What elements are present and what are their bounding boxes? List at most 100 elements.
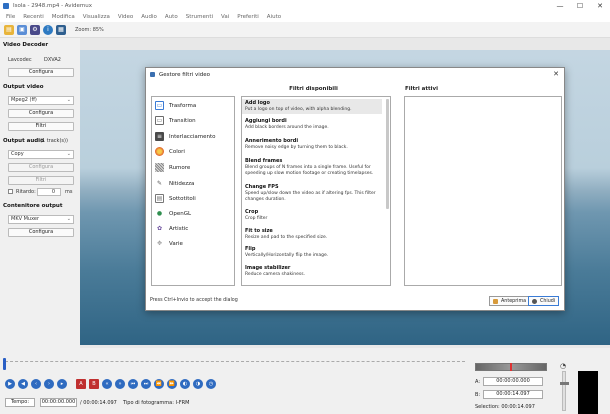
filter-item[interactable]: Aggiungi bordi Add black borders around … [242,117,382,132]
video-configure-button[interactable]: Configura [8,109,74,118]
current-time-field[interactable]: 00:00:00.000 [40,398,77,407]
info-icon[interactable]: i [43,24,53,35]
rewind-icon[interactable]: ◀ [18,379,28,389]
category-label: Artistic [169,225,189,232]
goto-a-icon[interactable]: ◐ [180,379,190,389]
category-subtitles[interactable]: ▤ Sottotitoli [155,193,196,204]
menu-go[interactable]: Vai [221,14,229,20]
menu-file[interactable]: File [6,14,15,20]
goto-b-icon[interactable]: ◑ [193,379,203,389]
title-bar: Isola - 2948.mp4 - Avidemux — ☐ ✕ [0,0,610,12]
menu-edit[interactable]: Modifica [52,14,75,20]
audio-meter [578,371,598,414]
dialog-hint: Press Ctrl+Invio to accept the dialog [150,298,238,303]
toolbar: ▤ ▣ ⚙ i ▦ Zoom: 85% [0,22,610,38]
audio-codec-select[interactable]: Copy ⌄ [8,150,74,159]
volume-icon[interactable]: ◔ [560,362,566,370]
mark-b-icon[interactable]: B [89,379,99,389]
category-misc[interactable]: ✥ Varie [155,238,183,249]
time-label-button[interactable]: Tempo: [5,398,35,407]
minimize-button[interactable]: — [550,0,570,12]
category-label: Rumore [169,164,191,171]
timeline-cursor[interactable] [3,358,6,370]
menu-tools[interactable]: Strumenti [186,14,213,20]
volume-knob[interactable] [560,382,569,385]
audio-shift-input[interactable]: 0 [37,188,61,196]
category-sharpness[interactable]: ✎ Nitidezza [155,178,194,189]
category-noise[interactable]: Rumore [155,162,190,173]
dialog-title-bar: Gestore filtri video ✕ [146,68,564,81]
category-artistic[interactable]: ✿ Artistic [155,223,188,234]
filters-scrollbar[interactable] [386,99,389,209]
preview-slider-knob[interactable] [510,363,512,371]
menu-auto[interactable]: Auto [165,14,178,20]
filter-item[interactable]: Crop Crop filter [242,208,382,223]
audio-filters-button[interactable]: Filtri [8,176,74,185]
filter-item[interactable]: Flip Vertically/Horizontally flip the im… [242,245,382,260]
available-filters-list: Add logo Put a logo on top of video, wit… [241,96,391,286]
video-output-title: Output video [3,84,44,90]
play-icon[interactable]: ▶ [5,379,15,389]
b-label: B: [475,392,481,398]
container-configure-button[interactable]: Configura [8,228,74,237]
dialog-close-icon[interactable]: ✕ [553,70,559,78]
next-frame-icon[interactable]: › [44,379,54,389]
avidemux-app-icon [3,3,9,9]
video-filters-button[interactable]: Filtri [8,122,74,131]
filter-item[interactable]: Change FPS Speed up/slow down the video … [242,183,382,203]
preview-button[interactable]: Anteprima [489,296,531,306]
noise-icon [155,163,164,172]
open-folder-icon[interactable]: ▤ [4,24,14,35]
zoom-level: Zoom: 85% [75,26,104,33]
category-opengl[interactable]: ● OpenGL [155,208,191,219]
previous-black-icon[interactable]: ⏮ [128,379,138,389]
dialog-title: Gestore filtri video [159,71,211,78]
category-transform[interactable]: ▭ Trasforma [155,100,196,111]
audio-track-count: (1 track(s)) [40,138,68,144]
mark-a-icon[interactable]: A [76,379,86,389]
properties-icon[interactable]: ⚙ [30,24,40,35]
menu-favorites[interactable]: Preferiti [237,14,259,20]
video-codec-select[interactable]: Mpeg2 (ff) ⌄ [8,96,74,105]
forward-icon[interactable]: ▸ [57,379,67,389]
save-icon[interactable]: ▣ [17,24,27,35]
filter-item[interactable]: Fit to size Resize and pad to the specif… [242,227,382,242]
filter-item[interactable]: Image stabilizer Reduce camera shakiness… [242,264,382,279]
menu-audio[interactable]: Audio [141,14,157,20]
filter-item[interactable]: Blend frames Blend groups of N frames in… [242,157,382,177]
timeline-track[interactable] [5,361,465,365]
filter-item[interactable]: Annerimento bordi Remove noisy edge by t… [242,137,382,152]
menu-view[interactable]: Visualizza [83,14,110,20]
menu-recent[interactable]: Recenti [23,14,44,20]
menu-video[interactable]: Video [118,14,133,20]
container-format-select[interactable]: MKV Muxer ⌄ [8,215,74,224]
decoder-configure-button[interactable]: Configura [8,68,74,77]
category-transition[interactable]: ▭ Transition [155,115,196,126]
category-colors[interactable]: Colori [155,146,185,157]
preview-slider[interactable] [475,363,547,371]
next-keyframe-icon[interactable]: » [115,379,125,389]
filter-item[interactable]: Add logo Put a logo on top of video, wit… [242,99,382,114]
menu-help[interactable]: Aiuto [267,14,281,20]
calculator-icon[interactable]: ▦ [56,24,66,35]
close-window-button[interactable]: ✕ [590,0,610,12]
goto-time-icon[interactable]: ◷ [206,379,216,389]
artistic-icon: ✿ [156,225,163,232]
audio-configure-button[interactable]: Configura [8,163,74,172]
close-dialog-button[interactable]: Chiudi [528,296,560,306]
category-label: Colori [169,148,185,155]
b-time-field[interactable]: 00:00:14.097 [483,390,543,399]
previous-frame-icon[interactable]: ‹ [31,379,41,389]
first-frame-icon[interactable]: ⏪ [154,379,164,389]
volume-slider[interactable] [560,371,569,411]
next-black-icon[interactable]: ⏭ [141,379,151,389]
previous-keyframe-icon[interactable]: « [102,379,112,389]
last-frame-icon[interactable]: ⏩ [167,379,177,389]
audio-shift-checkbox[interactable] [8,189,13,194]
active-filters-header: Filtri attivi [405,86,438,92]
colors-icon [155,147,164,156]
category-label: Transition [169,117,196,124]
a-time-field[interactable]: 00:00:00.000 [483,377,543,386]
category-interlace[interactable]: ≡ Interlacciamento [155,131,216,142]
maximize-button[interactable]: ☐ [570,0,590,12]
